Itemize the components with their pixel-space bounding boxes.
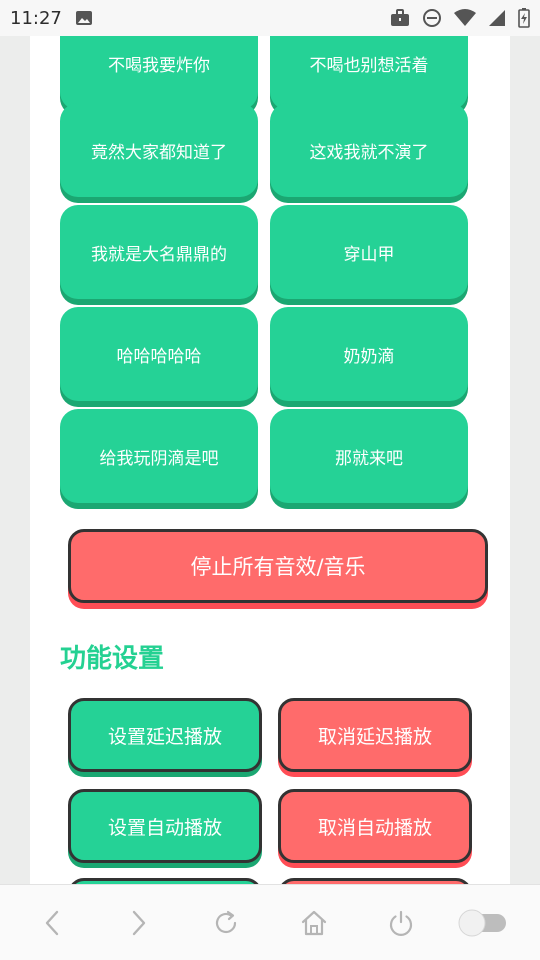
sound-button[interactable]: 不喝我要炸你 (60, 36, 258, 110)
sound-button[interactable]: 奶奶滴 (270, 307, 468, 401)
do-not-disturb-icon (422, 8, 442, 28)
set-auto-play-button[interactable]: 设置自动播放 (68, 789, 262, 863)
briefcase-icon (390, 9, 410, 27)
main-page: 不喝我要炸你 不喝也别想活着 竟然大家都知道了 这戏我就不演了 我就是大名鼎鼎的… (30, 36, 510, 884)
reload-icon[interactable] (206, 903, 246, 943)
wifi-icon (454, 9, 476, 27)
sound-button[interactable]: 竟然大家都知道了 (60, 103, 258, 197)
stop-all-sounds-button[interactable]: 停止所有音效/音乐 (68, 529, 488, 603)
section-title: 功能设置 (60, 644, 165, 674)
toggle-switch[interactable] (458, 909, 508, 937)
sound-button[interactable]: 不喝也别想活着 (270, 36, 468, 110)
sound-button[interactable]: 哈哈哈哈哈 (60, 307, 258, 401)
sound-button[interactable]: 穿山甲 (270, 205, 468, 299)
cancel-auto-play-button[interactable]: 取消自动播放 (278, 789, 472, 863)
cancel-delay-button[interactable]: 取消延迟播放 (278, 698, 472, 772)
set-delay-button[interactable]: 设置延迟播放 (68, 698, 262, 772)
sound-button[interactable]: 那就来吧 (270, 409, 468, 503)
status-bar: 11:27 (0, 0, 540, 36)
signal-icon (488, 9, 506, 27)
browser-bottom-bar (0, 884, 540, 960)
sound-button[interactable]: 我就是大名鼎鼎的 (60, 205, 258, 299)
power-icon[interactable] (381, 903, 421, 943)
home-icon[interactable] (294, 903, 334, 943)
status-time: 11:27 (10, 7, 62, 29)
battery-charging-icon (518, 8, 530, 28)
forward-icon[interactable] (119, 903, 159, 943)
image-icon (74, 9, 94, 27)
sound-button[interactable]: 给我玩阴滴是吧 (60, 409, 258, 503)
sound-button[interactable]: 这戏我就不演了 (270, 103, 468, 197)
back-icon[interactable] (32, 903, 72, 943)
